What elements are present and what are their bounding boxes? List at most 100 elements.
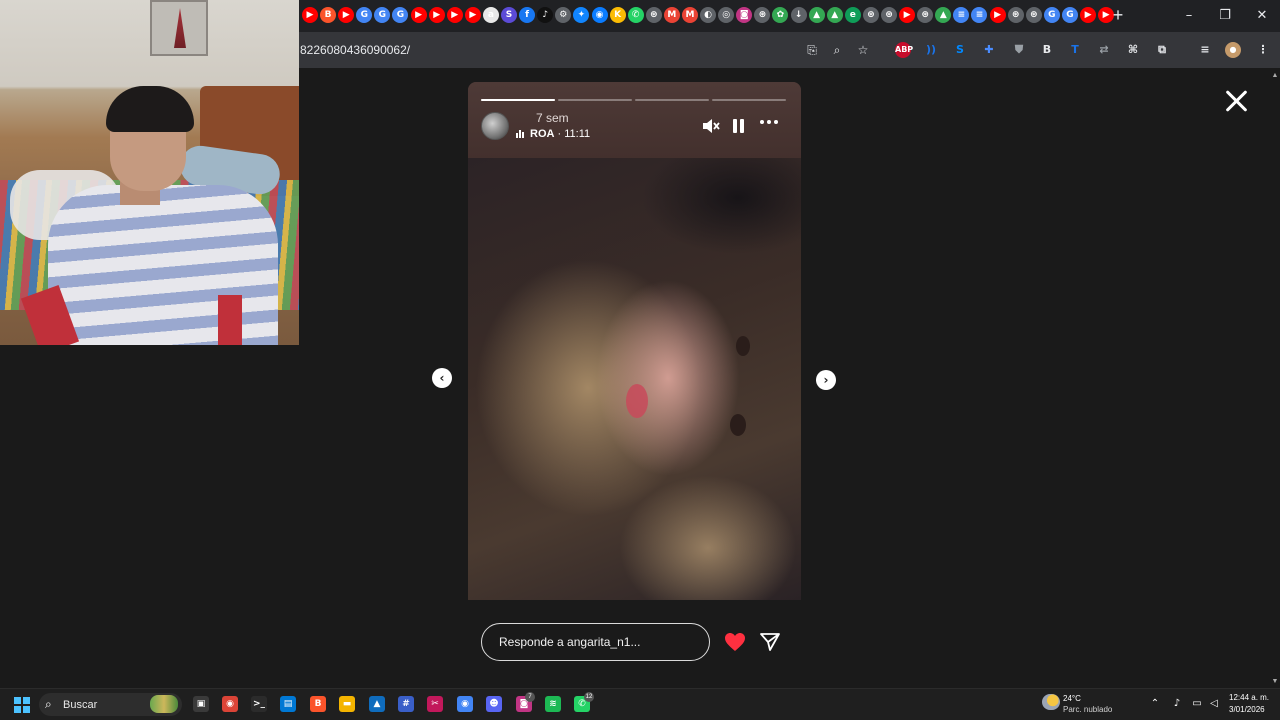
clock-time[interactable]: 12:44 a. m. — [1229, 693, 1269, 702]
youtube-tab-icon[interactable]: ▶ — [446, 7, 463, 23]
bookmark-star-icon[interactable]: ☆ — [855, 42, 871, 58]
spotify-app-icon[interactable]: ≋ — [545, 696, 561, 712]
next-story-icon[interactable]: › — [816, 370, 836, 390]
google-tab-icon[interactable]: G — [1043, 7, 1060, 23]
download-tab-icon[interactable]: ↓ — [790, 7, 807, 23]
install-app-icon[interactable]: ⎘ — [804, 42, 820, 58]
docs-tab-icon[interactable]: ≡ — [953, 7, 970, 23]
gmail-tab-icon[interactable]: M — [681, 7, 698, 23]
bookmark-extension-icon[interactable]: B — [1039, 42, 1055, 58]
minimize-icon[interactable]: – — [1177, 4, 1201, 28]
audio-extension-icon[interactable]: )) — [923, 42, 939, 58]
tiktok-tab-icon[interactable]: ♪ — [537, 7, 554, 23]
pause-icon[interactable] — [733, 119, 745, 133]
google-tab-icon[interactable]: G — [356, 7, 373, 23]
send-icon[interactable] — [759, 632, 781, 652]
photos-app-icon[interactable]: ▲ — [369, 696, 385, 712]
profile-avatar-icon[interactable]: ● — [1225, 42, 1241, 58]
reply-input[interactable] — [481, 623, 710, 661]
messenger-tab-icon[interactable]: ◉ — [591, 7, 608, 23]
google-tab-icon[interactable]: G — [1061, 7, 1078, 23]
facebook-tab-icon[interactable]: f — [519, 7, 536, 23]
gmail-tab-icon[interactable]: M — [663, 7, 680, 23]
terminal-app-icon[interactable]: >_ — [251, 696, 267, 712]
network-icon[interactable]: ▭ — [1191, 698, 1203, 710]
drive-tab-icon[interactable]: ▲ — [808, 7, 825, 23]
chatgpt-tab-icon[interactable]: ⊛ — [1007, 7, 1024, 23]
weather-icon[interactable] — [1042, 694, 1060, 710]
docs-tab-icon[interactable]: ≡ — [971, 7, 988, 23]
scroll-up-arrow-icon[interactable]: ▲ — [1271, 72, 1279, 80]
previous-story-icon[interactable]: ‹ — [432, 368, 452, 388]
link-extension-icon[interactable]: ⇄ — [1096, 42, 1112, 58]
settings-tab-icon[interactable]: ⚙ — [555, 7, 572, 23]
mute-icon[interactable] — [702, 118, 720, 134]
volume-icon[interactable]: ◁ — [1208, 698, 1220, 710]
explorer-app-icon[interactable]: ▬ — [339, 696, 355, 712]
puzzle-blue-extension-icon[interactable]: ✚ — [981, 42, 997, 58]
shazam-extension-icon[interactable]: S — [952, 42, 968, 58]
more-options-icon[interactable] — [760, 120, 778, 124]
chrome-menu-icon[interactable]: ⋮ — [1255, 42, 1271, 58]
tray-overflow-icon[interactable]: ⌃ — [1149, 698, 1161, 710]
youtube-tab-icon[interactable]: ▶ — [338, 7, 355, 23]
restore-icon[interactable]: ❐ — [1213, 4, 1237, 28]
youtube-tab-icon[interactable]: ▶ — [1080, 7, 1097, 23]
brave-app-icon[interactable]: B — [310, 696, 326, 712]
chatgpt-tab-icon[interactable]: ⊛ — [754, 7, 771, 23]
story-media-image[interactable] — [468, 158, 801, 600]
new-tab-button[interactable]: + — [1108, 5, 1128, 25]
reading-list-icon[interactable]: ≡ — [1197, 42, 1213, 58]
instagram-tab-icon[interactable]: ◙ — [736, 7, 753, 23]
discord-app-icon[interactable]: ☻ — [486, 696, 502, 712]
calculator-app-icon[interactable]: # — [398, 696, 414, 712]
scroll-down-arrow-icon[interactable]: ▼ — [1271, 678, 1279, 686]
gpt-tab-icon[interactable]: ⊛ — [881, 7, 897, 23]
weather-temperature[interactable]: 24°C — [1063, 694, 1081, 703]
drive-tab-icon[interactable]: ▲ — [826, 7, 843, 23]
windows-start-icon[interactable] — [14, 697, 30, 713]
taskbar-search-label[interactable]: Buscar — [63, 699, 97, 711]
youtube-tab-icon[interactable]: ▶ — [899, 7, 916, 23]
heart-icon[interactable] — [724, 632, 746, 652]
brave-tab-icon[interactable]: B — [320, 7, 337, 23]
photos-tab-icon[interactable]: ✿ — [772, 7, 789, 23]
adblock-plus-icon[interactable]: ABP — [895, 42, 913, 58]
youtube-tab-icon[interactable]: ▶ — [302, 7, 318, 23]
search-highlight-image[interactable] — [150, 695, 178, 713]
github-tab-icon[interactable]: ◐ — [700, 7, 717, 23]
clock-date[interactable]: 3/01/2026 — [1229, 705, 1265, 714]
edge-tab-icon[interactable]: e — [844, 7, 861, 23]
store-app-icon[interactable]: ▤ — [280, 696, 296, 712]
sss-tab-icon[interactable]: S — [501, 7, 518, 23]
chatgpt-tab-icon[interactable]: ⊛ — [645, 7, 662, 23]
zoom-icon[interactable]: ⌕ — [829, 42, 845, 58]
weather-description[interactable]: Parc. nublado — [1063, 705, 1112, 714]
address-bar-url[interactable]: 8226080436090062/ — [300, 43, 410, 57]
story-avatar[interactable] — [481, 112, 509, 140]
chrome-red-app-icon[interactable]: ◉ — [222, 696, 238, 712]
youtube-tab-icon[interactable]: ▶ — [410, 7, 427, 23]
glasses-extension-icon[interactable]: ⌘ — [1125, 42, 1141, 58]
story-audio-link[interactable]: ROA · 11:11 — [530, 128, 590, 140]
google-tab-icon[interactable]: G — [392, 7, 409, 23]
chrome-app-icon[interactable]: ◉ — [457, 696, 473, 712]
amazon-tab-icon[interactable]: a — [482, 7, 499, 23]
extensions-puzzle-icon[interactable]: ⧉ — [1154, 42, 1170, 58]
chatgpt-tab-icon[interactable]: ⊛ — [1025, 7, 1042, 23]
scrollbar[interactable] — [1270, 68, 1280, 688]
gpt-tab-icon[interactable]: ⊛ — [862, 7, 879, 23]
steam-tab-icon[interactable]: ◎ — [718, 7, 735, 23]
whatsapp-tab-icon[interactable]: ✆ — [627, 7, 644, 23]
youtube-tab-icon[interactable]: ▶ — [989, 7, 1006, 23]
microphone-icon[interactable]: ♪ — [1171, 698, 1183, 710]
drive-tab-icon[interactable]: ▲ — [935, 7, 952, 23]
google-tab-icon[interactable]: G — [374, 7, 391, 23]
task-view-icon[interactable]: ▣ — [193, 696, 209, 712]
shield-extension-icon[interactable]: ⛊ — [1011, 42, 1027, 58]
close-window-icon[interactable]: ✕ — [1250, 4, 1274, 28]
keep-tab-icon[interactable]: K — [609, 7, 626, 23]
youtube-tab-icon[interactable]: ▶ — [428, 7, 445, 23]
youtube-tab-icon[interactable]: ▶ — [464, 7, 481, 23]
close-story-icon[interactable] — [1224, 88, 1250, 114]
